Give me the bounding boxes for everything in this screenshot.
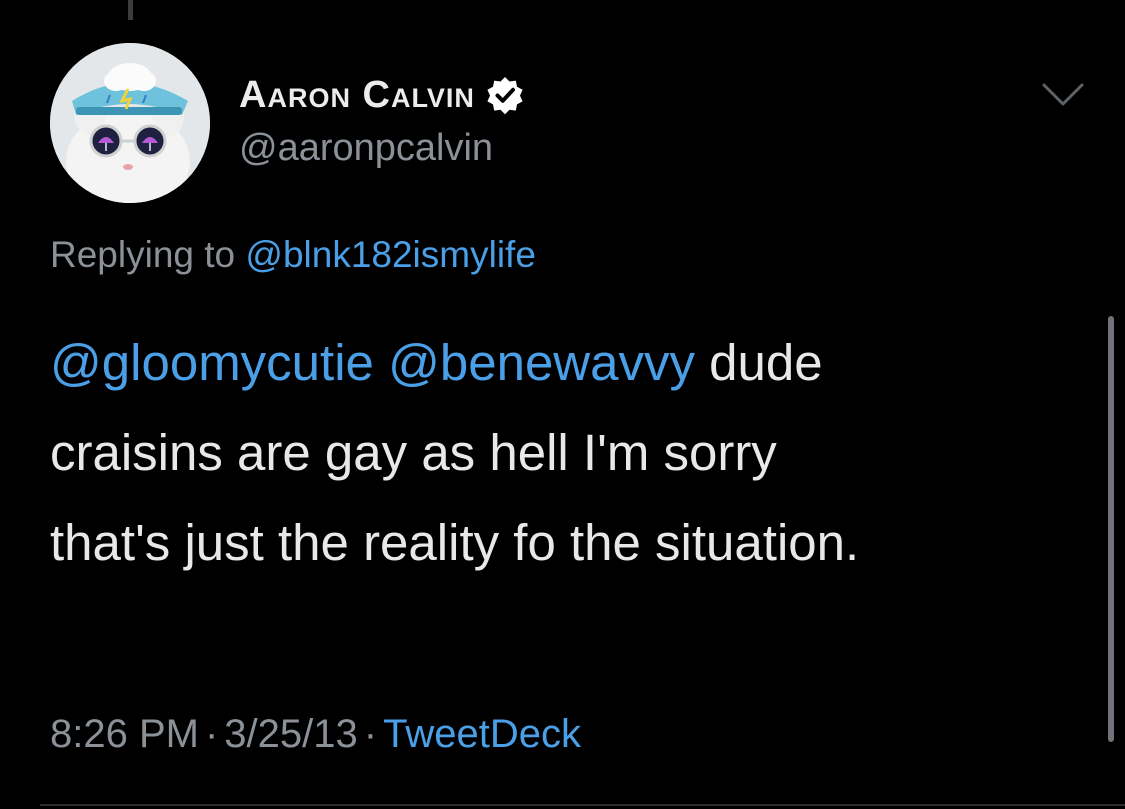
- scrollbar[interactable]: [1108, 316, 1114, 742]
- meta-separator: ·: [204, 712, 219, 756]
- replying-to-label: Replying to: [50, 234, 236, 275]
- tweet-body-line-1: @gloomycutie @benewavvy dude: [50, 318, 1080, 408]
- chevron-down-icon[interactable]: [1041, 82, 1085, 108]
- tweet-text-fragment: dude: [695, 334, 823, 391]
- tweet-source-link[interactable]: TweetDeck: [383, 712, 581, 756]
- tweet-meta: 8:26 PM · 3/25/13 · TweetDeck: [50, 714, 581, 754]
- thread-connector-line: [128, 0, 133, 20]
- avatar[interactable]: [50, 43, 210, 203]
- avatar-image: [50, 43, 210, 203]
- mention-link-gloomycutie[interactable]: @gloomycutie: [50, 334, 374, 391]
- tweet-time[interactable]: 8:26 PM: [50, 712, 199, 756]
- tweet-body-line-3: that's just the reality fo the situation…: [50, 514, 860, 571]
- author-handle[interactable]: @aaronpcalvin: [239, 129, 493, 167]
- replying-to-line: Replying to @blnk182ismylife: [50, 236, 536, 273]
- mention-link-benewavvy[interactable]: @benewavvy: [388, 334, 695, 391]
- author-name-text[interactable]: Aaron Calvin: [239, 74, 475, 116]
- tweet-date[interactable]: 3/25/13: [224, 712, 357, 756]
- author-display-name[interactable]: Aaron Calvin: [239, 74, 525, 115]
- divider: [40, 804, 1125, 806]
- tweet-body-line-2: craisins are gay as hell I'm sorry: [50, 424, 777, 481]
- meta-separator: ·: [363, 712, 378, 756]
- verified-badge-icon: [487, 76, 523, 115]
- replying-to-handle-link[interactable]: @blnk182ismylife: [245, 234, 536, 275]
- tweet-body: @gloomycutie @benewavvy dude craisins ar…: [50, 318, 1080, 588]
